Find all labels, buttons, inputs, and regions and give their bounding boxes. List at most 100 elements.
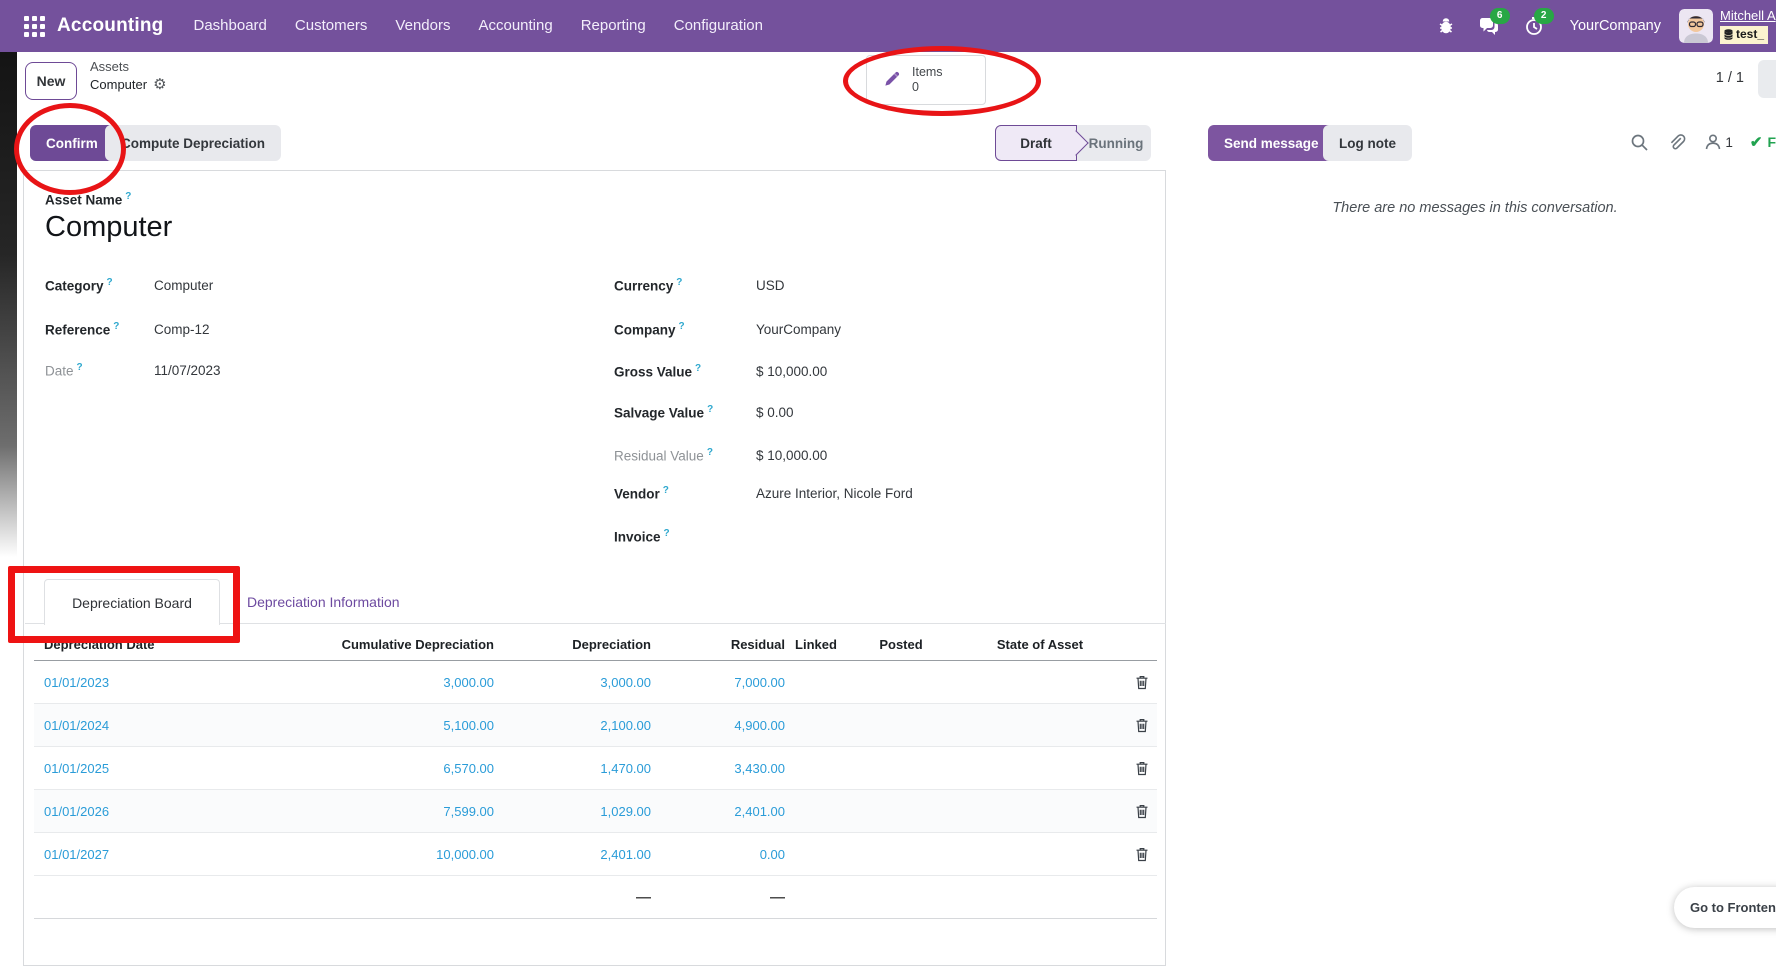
cell-cumulative[interactable]: 5,100.00: [264, 718, 494, 733]
cell-cumulative[interactable]: 7,599.00: [264, 804, 494, 819]
person-icon: [1704, 133, 1722, 151]
cell-date[interactable]: 01/01/2023: [34, 675, 264, 690]
go-to-frontend-button[interactable]: Go to Frontend: [1674, 887, 1776, 928]
cell-depreciation[interactable]: 1,470.00: [494, 761, 651, 776]
messages-icon[interactable]: 6: [1479, 15, 1501, 37]
delete-row-icon[interactable]: [1135, 804, 1149, 819]
vendor-label: Vendor: [614, 486, 660, 501]
breadcrumb-assets[interactable]: Assets: [90, 58, 167, 76]
field-residual-value: Residual Value? $ 10,000.00: [614, 445, 827, 465]
help-icon[interactable]: ?: [113, 321, 119, 332]
menu-customers[interactable]: Customers: [281, 0, 382, 52]
status-draft[interactable]: Draft: [995, 125, 1077, 161]
cell-residual[interactable]: 2,401.00: [651, 804, 785, 819]
cell-depreciation[interactable]: 3,000.00: [494, 675, 651, 690]
col-depreciation[interactable]: Depreciation: [494, 637, 651, 652]
table-row[interactable]: 01/01/2026 7,599.00 1,029.00 2,401.00: [34, 790, 1157, 833]
cell-date[interactable]: 01/01/2026: [34, 804, 264, 819]
menu-reporting[interactable]: Reporting: [567, 0, 660, 52]
table-footer: — —: [34, 876, 1157, 919]
cell-cumulative[interactable]: 10,000.00: [264, 847, 494, 862]
col-state-of-asset[interactable]: State of Asset: [955, 637, 1125, 652]
compute-depreciation-button[interactable]: Compute Depreciation: [105, 125, 281, 161]
following-button[interactable]: ✔ F: [1750, 133, 1776, 151]
col-linked[interactable]: Linked: [785, 637, 847, 652]
cell-depreciation[interactable]: 2,100.00: [494, 718, 651, 733]
col-cumulative-depreciation[interactable]: Cumulative Depreciation: [264, 637, 494, 652]
col-posted[interactable]: Posted: [847, 637, 955, 652]
company-switcher[interactable]: YourCompany: [1570, 18, 1661, 34]
asset-name-input[interactable]: Computer: [45, 211, 172, 244]
debug-bug-icon[interactable]: [1435, 15, 1457, 37]
cell-residual[interactable]: 0.00: [651, 847, 785, 862]
col-residual[interactable]: Residual: [651, 637, 785, 652]
table-row[interactable]: 01/01/2023 3,000.00 3,000.00 7,000.00: [34, 661, 1157, 704]
gross-value-label: Gross Value: [614, 364, 692, 379]
search-icon[interactable]: [1630, 133, 1649, 152]
gross-value[interactable]: $ 10,000.00: [756, 364, 827, 379]
user-name[interactable]: Mitchell A: [1720, 8, 1776, 23]
cell-residual[interactable]: 4,900.00: [651, 718, 785, 733]
log-note-button[interactable]: Log note: [1323, 125, 1412, 161]
vendor-value[interactable]: Azure Interior, Nicole Ford: [756, 486, 913, 501]
residual-value: $ 10,000.00: [756, 448, 827, 463]
delete-row-icon[interactable]: [1135, 718, 1149, 733]
user-avatar[interactable]: [1679, 9, 1713, 43]
pager-next-button[interactable]: [1758, 60, 1776, 98]
help-icon[interactable]: ?: [125, 191, 131, 202]
help-icon[interactable]: ?: [679, 321, 685, 332]
salvage-value[interactable]: $ 0.00: [756, 405, 794, 420]
menu-vendors[interactable]: Vendors: [381, 0, 464, 52]
activities-clock-icon[interactable]: 2: [1523, 15, 1545, 37]
cell-date[interactable]: 01/01/2024: [34, 718, 264, 733]
app-title[interactable]: Accounting: [57, 15, 164, 37]
delete-row-icon[interactable]: [1135, 847, 1149, 862]
company-value[interactable]: YourCompany: [756, 322, 841, 337]
user-menu[interactable]: Mitchell A test_: [1720, 7, 1776, 45]
field-date: Date? 11/07/2023: [45, 360, 221, 380]
cell-date[interactable]: 01/01/2027: [34, 847, 264, 862]
help-icon[interactable]: ?: [77, 362, 83, 373]
table-row[interactable]: 01/01/2025 6,570.00 1,470.00 3,430.00: [34, 747, 1157, 790]
help-icon[interactable]: ?: [663, 485, 669, 496]
menu-configuration[interactable]: Configuration: [660, 0, 777, 52]
help-icon[interactable]: ?: [107, 277, 113, 288]
tab-depreciation-board[interactable]: Depreciation Board: [44, 579, 220, 625]
col-depreciation-date[interactable]: Depreciation Date: [34, 637, 264, 652]
cell-depreciation[interactable]: 1,029.00: [494, 804, 651, 819]
cell-date[interactable]: 01/01/2025: [34, 761, 264, 776]
delete-row-icon[interactable]: [1135, 761, 1149, 776]
table-row[interactable]: 01/01/2024 5,100.00 2,100.00 4,900.00: [34, 704, 1157, 747]
category-label: Category: [45, 278, 104, 293]
help-icon[interactable]: ?: [695, 363, 701, 374]
reference-value[interactable]: Comp-12: [154, 322, 210, 337]
help-icon[interactable]: ?: [676, 277, 682, 288]
help-icon[interactable]: ?: [707, 447, 713, 458]
residual-value-label: Residual Value: [614, 448, 704, 463]
confirm-button[interactable]: Confirm: [30, 125, 114, 161]
menu-accounting[interactable]: Accounting: [464, 0, 566, 52]
cell-depreciation[interactable]: 2,401.00: [494, 847, 651, 862]
tab-depreciation-information[interactable]: Depreciation Information: [237, 579, 410, 624]
help-icon[interactable]: ?: [664, 528, 670, 539]
send-message-button[interactable]: Send message: [1208, 125, 1335, 161]
field-company: Company? YourCompany: [614, 319, 841, 339]
status-running[interactable]: Running: [1083, 125, 1149, 161]
help-icon[interactable]: ?: [707, 404, 713, 415]
menu-dashboard[interactable]: Dashboard: [180, 0, 281, 52]
apps-grid-icon[interactable]: [24, 16, 45, 37]
table-row[interactable]: 01/01/2027 10,000.00 2,401.00 0.00: [34, 833, 1157, 876]
cell-residual[interactable]: 3,430.00: [651, 761, 785, 776]
attachment-paperclip-icon[interactable]: [1667, 133, 1686, 152]
category-value[interactable]: Computer: [154, 278, 213, 293]
gear-icon[interactable]: ⚙: [153, 76, 166, 93]
followers-button[interactable]: 1: [1704, 133, 1733, 151]
cell-residual[interactable]: 7,000.00: [651, 675, 785, 690]
items-stat-button[interactable]: Items 0: [866, 55, 986, 105]
currency-value[interactable]: USD: [756, 278, 785, 293]
delete-row-icon[interactable]: [1135, 675, 1149, 690]
cell-cumulative[interactable]: 3,000.00: [264, 675, 494, 690]
date-value[interactable]: 11/07/2023: [154, 363, 221, 378]
cell-cumulative[interactable]: 6,570.00: [264, 761, 494, 776]
new-button[interactable]: New: [25, 62, 77, 100]
